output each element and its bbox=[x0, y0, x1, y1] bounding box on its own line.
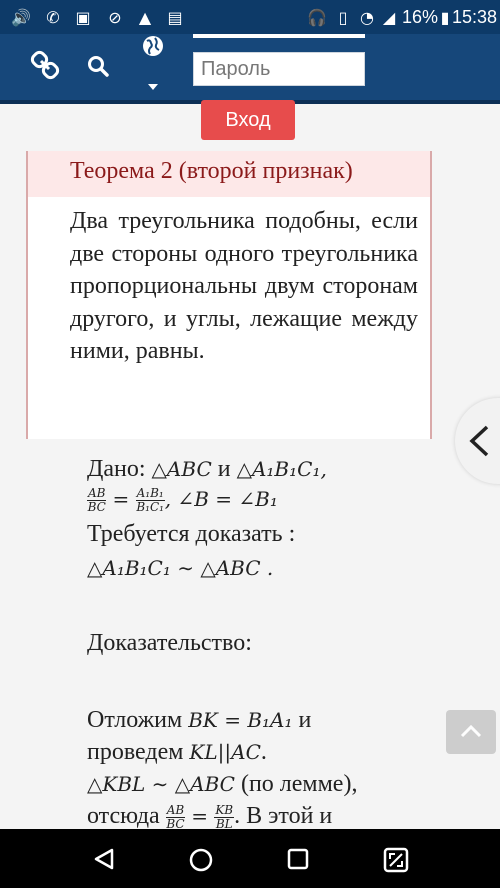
ratio-right: A₁B₁ B₁C₁ bbox=[135, 485, 165, 514]
password-input[interactable]: Пароль bbox=[193, 52, 365, 86]
status-bar: 🔊 ✆ ▣ ⊘ ▲ ▤ 🎧 ▯ ◔ ◢ 16% ▮ 15:38 bbox=[0, 0, 500, 34]
to-prove-label: Требуется доказать : bbox=[87, 521, 296, 547]
chevron-down-icon[interactable] bbox=[146, 82, 160, 92]
scroll-to-top-button[interactable] bbox=[446, 710, 496, 754]
clock: 15:38 bbox=[452, 7, 498, 27]
signal-icon: ◢ bbox=[382, 7, 396, 27]
screen-expand-icon[interactable] bbox=[383, 847, 409, 873]
step-3: △KBL ∼ △ABC (по лемме), bbox=[87, 771, 358, 797]
given-line: Дано: △ABC и △A₁B₁C₁, bbox=[87, 456, 327, 483]
to-prove-statement: △A₁B₁C₁ ∼ △ABC . bbox=[87, 556, 274, 580]
chevron-up-icon bbox=[460, 724, 482, 738]
headphones-icon: 🎧 bbox=[307, 7, 327, 27]
ratio-left: AB BC bbox=[87, 485, 107, 514]
home-icon[interactable] bbox=[188, 847, 214, 873]
chevron-left-icon bbox=[469, 425, 489, 457]
ratio-condition: AB BC = A₁B₁ B₁C₁, ∠B = ∠B₁ bbox=[87, 485, 278, 514]
back-triangle-icon[interactable] bbox=[92, 847, 116, 871]
drive-icon: ▲ bbox=[138, 7, 152, 27]
no-disturb-icon: ⊘ bbox=[108, 7, 122, 27]
step-4: отсюда AB BC = KB BL. В этой и bbox=[87, 802, 333, 831]
volume-icon: 🔊 bbox=[11, 7, 31, 27]
wifi-icon: ◔ bbox=[360, 7, 374, 27]
step-1: Отложим BK = B₁A₁ и bbox=[87, 707, 312, 733]
login-field-edge[interactable] bbox=[193, 34, 365, 38]
search-icon[interactable] bbox=[86, 54, 110, 78]
step-4-fraction-2: KB BL bbox=[214, 802, 235, 831]
given-triangle-1: △ABC bbox=[151, 457, 212, 481]
battery-percent: 16% bbox=[402, 7, 439, 27]
theorem-title: Теорема 2 (второй признак) bbox=[28, 151, 430, 197]
theorem-box: Теорема 2 (второй признак) Два треугольн… bbox=[26, 151, 432, 439]
given-triangle-2: △A₁B₁C₁, bbox=[236, 457, 327, 481]
back-button[interactable] bbox=[455, 398, 500, 484]
theorem-statement: Два треугольника подобны, если две сторо… bbox=[70, 208, 418, 364]
navigation-bar bbox=[0, 829, 500, 888]
globe-icon[interactable] bbox=[141, 34, 165, 58]
step-4-fraction-1: AB BC bbox=[165, 802, 186, 831]
vibrate-icon: ▯ bbox=[338, 7, 348, 27]
angle-condition: , ∠B = ∠B₁ bbox=[164, 487, 278, 511]
login-button[interactable]: Вход bbox=[201, 100, 295, 140]
recents-icon[interactable] bbox=[286, 847, 310, 871]
step-2: проведем KL||AC. bbox=[87, 739, 267, 765]
whatsapp-icon: ✆ bbox=[46, 7, 60, 27]
given-label: Дано: bbox=[87, 456, 146, 482]
and-word: и bbox=[217, 456, 231, 482]
link-icon[interactable] bbox=[30, 50, 60, 80]
proof-label: Доказательство: bbox=[87, 630, 252, 656]
sim-icon: ▤ bbox=[167, 7, 183, 27]
gallery-icon: ▣ bbox=[75, 7, 91, 27]
